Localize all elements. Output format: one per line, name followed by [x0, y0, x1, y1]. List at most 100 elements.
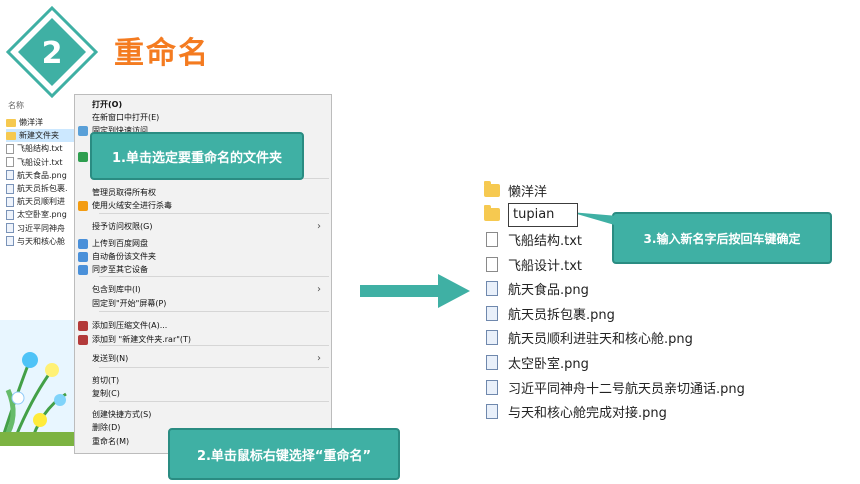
menu-item-icon [78, 100, 88, 110]
folder-icon [484, 205, 500, 222]
right-list-item[interactable]: tupian [484, 202, 804, 228]
menu-item-icon [78, 264, 88, 275]
right-list-item[interactable]: 懒洋洋 [484, 178, 804, 203]
context-menu-item-label: 发送到(N) [92, 354, 129, 363]
menu-item-icon [78, 285, 88, 295]
image-file-icon [6, 209, 14, 220]
context-menu-item-label: 创建快捷方式(S) [92, 410, 152, 419]
step-number: 2 [42, 36, 63, 71]
submenu-chevron-icon: › [317, 284, 321, 295]
left-list-item-label: 航天员顺利进 [17, 197, 65, 207]
right-arrow-icon [360, 274, 470, 308]
context-menu-item[interactable]: 上传到百度网盘 [75, 237, 331, 250]
context-menu-item[interactable]: 同步至其它设备 [75, 263, 331, 276]
menu-separator [99, 276, 329, 277]
right-list-item-label: 飞船结构.txt [508, 233, 583, 249]
rename-input[interactable]: tupian [508, 202, 578, 227]
right-file-list: 懒洋洋 tupian 飞船结构.txt 飞船设计.txt 航天食品.png 航天员拆包裹.… [484, 178, 804, 424]
image-file-icon [486, 330, 498, 346]
context-menu-item[interactable]: 固定到"开始"屏幕(P) [75, 297, 331, 310]
name-column-header[interactable]: 名称 [8, 100, 24, 111]
context-menu-item-label: 包含到库中(I) [92, 285, 141, 294]
menu-item-icon [78, 139, 88, 149]
right-list-item-label: 航天食品.png [508, 283, 589, 299]
image-file-icon [486, 404, 498, 420]
context-menu-item-label: 添加到 "新建文件夹.rar"(T) [92, 335, 192, 344]
text-file-icon [486, 256, 498, 272]
menu-separator [99, 367, 329, 368]
left-list-item-label: 航天食品.png [17, 170, 67, 180]
context-menu-item-label: 管理员取得所有权 [92, 188, 156, 197]
menu-item-icon [78, 389, 88, 399]
right-list-item[interactable]: 与天和核心舱完成对接.png [484, 399, 804, 424]
context-menu-item-label: 自动备份该文件夹 [92, 252, 156, 261]
context-menu-item-label: 打开(O) [92, 100, 123, 109]
right-list-item-label: 太空卧室.png [508, 356, 589, 372]
right-list-item[interactable]: 飞船结构.txt [484, 227, 804, 252]
context-menu-item[interactable]: 管理员取得所有权 [75, 186, 331, 199]
context-menu-item-label: 固定到"开始"屏幕(P) [92, 299, 167, 308]
context-menu-item[interactable]: 自动备份该文件夹 [75, 250, 331, 263]
right-list-item[interactable]: 航天食品.png [484, 276, 804, 301]
left-list-item-label: 懒洋洋 [19, 118, 43, 128]
context-menu-item-label: 剪切(T) [92, 376, 120, 385]
right-list-item-label: 航天员拆包裹.png [508, 307, 615, 323]
context-menu-item-label: 授予访问权限(G) [92, 222, 153, 231]
right-list-item[interactable]: 飞船设计.txt [484, 252, 804, 277]
context-menu-item[interactable]: 包含到库中(I) › [75, 283, 331, 296]
context-menu-item-label: 在新窗口中打开(E) [92, 113, 160, 122]
menu-item-icon [78, 410, 88, 420]
context-menu-item-label: 使用火绒安全进行杀毒 [92, 201, 172, 210]
left-list-item-label: 新建文件夹 [19, 131, 59, 141]
menu-item-icon [78, 222, 88, 232]
right-list-item[interactable]: 航天员顺利进驻天和核心舱.png [484, 326, 804, 351]
image-file-icon [486, 354, 498, 370]
context-menu-item[interactable]: 创建快捷方式(S) [75, 408, 331, 421]
context-menu-item[interactable]: 打开(O) [75, 98, 331, 111]
menu-item-icon [78, 334, 88, 345]
context-menu-item-label: 添加到压缩文件(A)... [92, 321, 168, 330]
folder-icon [6, 131, 16, 140]
left-list-item-label: 与天和核心舱 [17, 236, 65, 246]
right-list-item[interactable]: 太空卧室.png [484, 350, 804, 375]
context-menu-item[interactable]: 授予访问权限(G) › [75, 220, 331, 233]
left-list-item-label: 航天员拆包裹. [17, 184, 68, 194]
menu-item-icon [78, 376, 88, 386]
context-menu-item[interactable]: 使用火绒安全进行杀毒 [75, 199, 331, 212]
right-list-item-label: 飞船设计.txt [508, 258, 583, 274]
context-menu-item[interactable]: 发送到(N) › [75, 352, 331, 365]
right-list-item-label: 航天员顺利进驻天和核心舱.png [508, 332, 693, 348]
menu-item-icon [78, 437, 88, 447]
text-file-icon [6, 143, 14, 154]
context-menu-item[interactable]: 剪切(T) [75, 374, 331, 387]
submenu-chevron-icon: › [317, 221, 321, 232]
folder-icon [484, 180, 500, 197]
menu-item-icon [78, 200, 88, 211]
menu-item-icon [78, 251, 88, 262]
context-menu-item-label: 上传到百度网盘 [92, 239, 148, 248]
context-menu-item[interactable]: 添加到压缩文件(A)... [75, 319, 331, 332]
context-menu-item[interactable]: 在新窗口中打开(E) [75, 111, 331, 124]
text-file-icon [486, 231, 498, 247]
image-file-icon [6, 223, 14, 234]
image-file-icon [6, 183, 14, 194]
callout-step1: 1.单击选定要重命名的文件夹 [90, 132, 304, 180]
right-list-item-label: 与天和核心舱完成对接.png [508, 406, 667, 422]
context-menu-item[interactable]: 添加到 "新建文件夹.rar"(T) [75, 333, 331, 346]
right-list-item[interactable]: 航天员拆包裹.png [484, 301, 804, 326]
menu-separator [99, 213, 329, 214]
right-list-item-label: 懒洋洋 [508, 184, 548, 200]
image-file-icon [6, 196, 14, 207]
submenu-chevron-icon: › [317, 353, 321, 364]
context-menu-item[interactable]: 复制(C) [75, 387, 331, 400]
menu-item-icon [78, 113, 88, 123]
left-list-item-label: 习近平同神舟 [17, 223, 65, 233]
menu-separator [99, 401, 329, 402]
callout-step2: 2.单击鼠标右键选择“重命名” [168, 428, 400, 480]
page-title: 重命名 [114, 36, 210, 71]
context-menu-item-label: 同步至其它设备 [92, 265, 148, 274]
right-list-item-label: 习近平同神舟十二号航天员亲切通话.png [508, 381, 745, 397]
image-file-icon [486, 379, 498, 395]
step-badge: 2 [6, 6, 98, 98]
right-list-item[interactable]: 习近平同神舟十二号航天员亲切通话.png [484, 375, 804, 400]
